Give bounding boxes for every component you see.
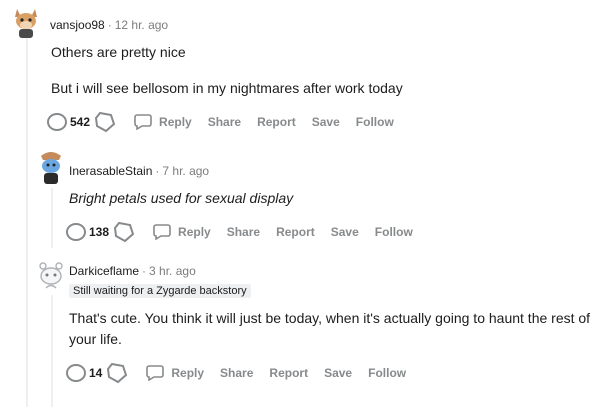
timestamp[interactable]: 12 hr. ago bbox=[115, 18, 168, 32]
share-button[interactable]: Share bbox=[220, 366, 253, 380]
vote-score: 542 bbox=[70, 115, 91, 129]
username[interactable]: Darkiceflame bbox=[69, 264, 139, 278]
share-button[interactable]: Share bbox=[208, 115, 241, 129]
follow-button[interactable]: Follow bbox=[356, 115, 394, 129]
reply-button[interactable]: Reply bbox=[146, 365, 204, 381]
comment-meta: Darkiceflame · 3 hr. ago bbox=[69, 264, 196, 278]
report-button[interactable]: Report bbox=[276, 225, 315, 239]
username[interactable]: vansjoo98 bbox=[50, 18, 105, 32]
downvote-icon[interactable] bbox=[113, 221, 135, 243]
follow-button[interactable]: Follow bbox=[368, 366, 406, 380]
save-button[interactable]: Save bbox=[324, 366, 352, 380]
upvote-icon[interactable] bbox=[66, 364, 86, 382]
reply-button[interactable]: Reply bbox=[134, 114, 192, 130]
thread-line-reply-2[interactable] bbox=[51, 295, 53, 407]
avatar-icon[interactable] bbox=[34, 259, 68, 293]
comment-paragraph: That's cute. You think it will just be t… bbox=[69, 310, 591, 347]
timestamp[interactable]: 7 hr. ago bbox=[162, 164, 209, 178]
timestamp[interactable]: 3 hr. ago bbox=[149, 264, 196, 278]
comment-paragraph: But i will see bellosom in my nightmares… bbox=[51, 80, 403, 96]
meta-separator: · bbox=[142, 264, 147, 278]
username[interactable]: InerasableStain bbox=[69, 164, 152, 178]
reply-label: Reply bbox=[178, 225, 211, 239]
reply-icon bbox=[146, 365, 165, 381]
avatar-icon[interactable] bbox=[34, 150, 68, 184]
meta-separator: · bbox=[155, 164, 160, 178]
vote-score: 14 bbox=[89, 366, 103, 380]
downvote-icon[interactable] bbox=[94, 111, 116, 133]
save-button[interactable]: Save bbox=[331, 225, 359, 239]
comment-meta: vansjoo98 · 12 hr. ago bbox=[50, 18, 168, 32]
thread-line-reply[interactable] bbox=[51, 188, 53, 248]
upvote-icon[interactable] bbox=[47, 113, 67, 131]
save-button[interactable]: Save bbox=[312, 115, 340, 129]
comment-actions: 14 Reply Share Report Save Follow bbox=[66, 361, 406, 385]
meta-separator: · bbox=[107, 18, 112, 32]
comment-actions: 542 Reply Share Report Save Follow bbox=[47, 110, 394, 134]
comment-actions: 138 Reply Share Report Save Follow bbox=[66, 220, 413, 244]
user-flair: Still waiting for a Zygarde backstory bbox=[69, 284, 251, 298]
thread-line-main[interactable] bbox=[26, 38, 28, 407]
reply-icon bbox=[134, 114, 152, 130]
share-button[interactable]: Share bbox=[227, 225, 260, 239]
report-button[interactable]: Report bbox=[257, 115, 296, 129]
comment-paragraph: Others are pretty nice bbox=[51, 44, 186, 60]
reply-icon bbox=[153, 224, 171, 240]
reply-label: Reply bbox=[171, 366, 205, 380]
downvote-icon[interactable] bbox=[106, 362, 128, 384]
follow-button[interactable]: Follow bbox=[375, 225, 413, 239]
report-button[interactable]: Report bbox=[269, 366, 308, 380]
comment-paragraph: Bright petals used for sexual display bbox=[69, 190, 294, 206]
upvote-icon[interactable] bbox=[66, 223, 86, 241]
comment-meta: InerasableStain · 7 hr. ago bbox=[69, 164, 209, 178]
vote-score: 138 bbox=[89, 225, 110, 239]
reply-label: Reply bbox=[159, 115, 192, 129]
avatar-icon[interactable] bbox=[9, 5, 43, 39]
reply-button[interactable]: Reply bbox=[153, 224, 211, 240]
